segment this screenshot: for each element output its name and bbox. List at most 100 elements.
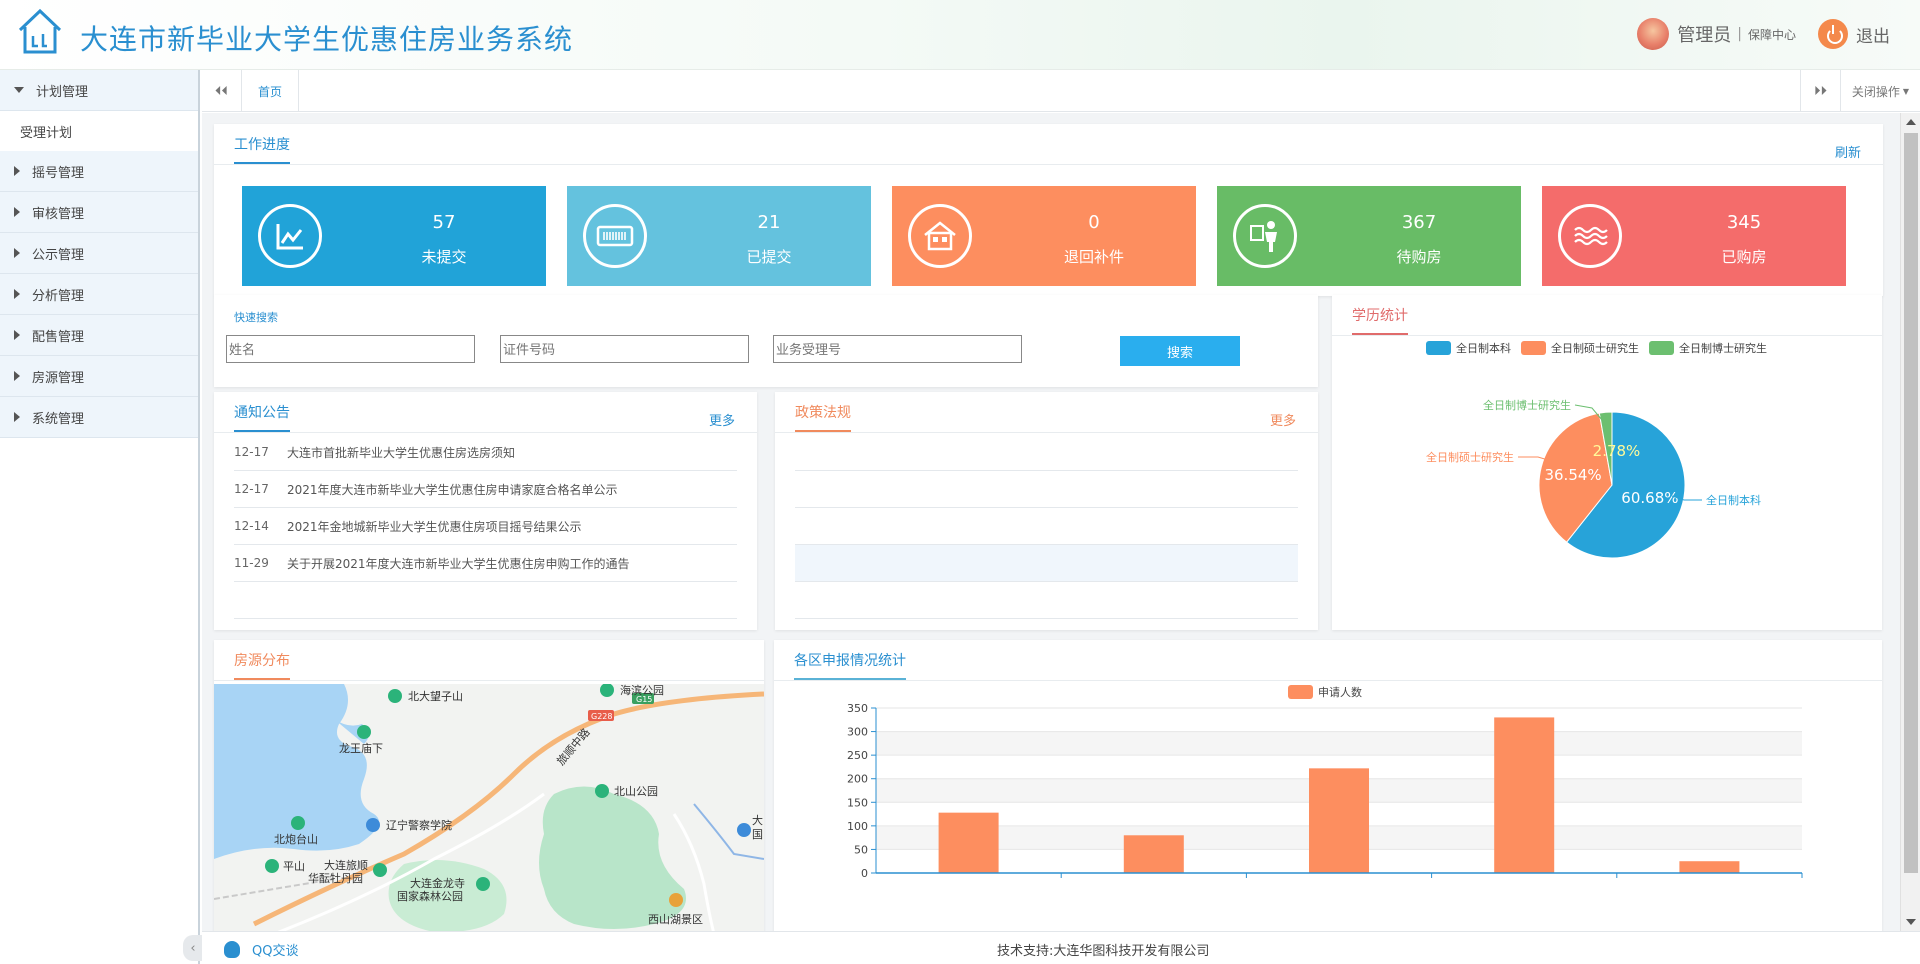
stat-label: 已提交 [746,248,792,266]
sidebar-collapse-button[interactable]: ‹ [183,935,203,961]
sidebar-item-system[interactable]: 系统管理 [0,397,198,438]
caret-right-icon [14,248,20,258]
user-separator: | [1737,26,1742,42]
map-canvas[interactable]: G15 G228 旅顺中路 北大望子山 龙王庙下 海滨公园 北山公园 辽宁警察学… [214,684,764,931]
scroll-up-icon[interactable] [1906,119,1916,125]
tab-bar: ⏴⏴ 首页 ⏵⏵ 关闭操作 ▼ [202,70,1920,112]
close-ops-dropdown[interactable]: 关闭操作 ▼ [1840,70,1920,112]
list-item[interactable]: 11-29 关于开展2021年度大连市新毕业大学生优惠住房申购工作的通告 [234,545,737,582]
news-date: 12-17 [234,445,269,459]
bar[interactable] [1309,768,1369,873]
policy-more-link[interactable]: 更多 [1270,410,1296,429]
map-place-label: 华酝牡丹园 [308,871,363,885]
divider [214,164,1883,165]
sidebar-item-review[interactable]: 审核管理 [0,192,198,233]
news-title[interactable]: 关于开展2021年度大连市新毕业大学生优惠住房申购工作的通告 [287,555,630,572]
scrollbar-thumb[interactable] [1904,133,1918,873]
map-place-label: 北大望子山 [408,689,463,703]
stat-value: 21 [757,212,781,233]
district-bar-chart: 0 50 100 150 200 250 300 350 [847,702,1803,880]
caret-right-icon [14,207,20,217]
vertical-scrollbar[interactable] [1900,113,1920,931]
list-item [795,508,1298,545]
bar[interactable] [1494,717,1555,873]
power-icon[interactable] [1818,19,1848,49]
app-header: 大连市新毕业大学生优惠住房业务系统 管理员 | 保障中心 退出 [0,0,1920,70]
education-panel: 学历统计 全日制本科 全日制硕士研究生 全日制博士研究生 60.68% 36.54… [1332,295,1882,630]
search-title: 快速搜索 [234,311,278,324]
policy-panel: 政策法规 更多 [775,392,1318,630]
sidebar-item-housing[interactable]: 房源管理 [0,356,198,397]
sidebar-item-label: 计划管理 [36,84,89,100]
news-date: 11-29 [234,556,269,570]
list-item[interactable]: 12-17 2021年度大连市新毕业大学生优惠住房申请家庭合格名单公示 [234,471,737,508]
logout-button[interactable]: 退出 [1856,22,1890,47]
sidebar-subitem-accept-plan[interactable]: 受理计划 [0,111,198,151]
tab-scroll-left-button[interactable]: ⏴⏴ [202,70,242,112]
map-place-label: 西山湖景区 [648,913,703,926]
user-name[interactable]: 管理员 [1677,21,1731,47]
sidebar-item-label: 房源管理 [32,370,85,386]
refresh-button[interactable]: 刷新 [1835,142,1861,161]
name-input[interactable] [226,335,475,363]
bar[interactable] [1679,861,1740,873]
caret-right-icon [14,289,20,299]
y-tick-label: 350 [847,702,868,715]
bar[interactable] [1123,835,1184,873]
news-date: 12-14 [234,519,269,533]
home-logo-icon [18,8,62,54]
sidebar-item-publicity[interactable]: 公示管理 [0,233,198,274]
sidebar-item-plan[interactable]: 计划管理 [0,70,198,111]
sidebar-item-label: 系统管理 [32,411,85,427]
stat-card-purchased[interactable]: 345 已购房 [1542,186,1846,286]
notice-panel: 通知公告 更多 12-17 大连市首批新毕业大学生优惠住房选房须知 12-17 … [214,392,757,630]
progress-panel: 工作进度 刷新 57 未提交 21 已提交 0 退回补件 367 待购房 345… [214,124,1883,296]
stat-card-pending-purchase[interactable]: 367 待购房 [1217,186,1521,286]
sidebar-item-allocation[interactable]: 配售管理 [0,315,198,356]
main-content: 工作进度 刷新 57 未提交 21 已提交 0 退回补件 367 待购房 345… [202,113,1900,931]
business-number-input[interactable] [773,335,1022,363]
housing-map[interactable]: G15 G228 旅顺中路 北大望子山 龙王庙下 海滨公园 北山公园 辽宁警察学… [214,684,764,931]
barcode-icon [583,204,647,268]
list-item[interactable]: 12-14 2021年金地城新毕业大学生优惠住房项目摇号结果公示 [234,508,737,545]
news-title[interactable]: 2021年金地城新毕业大学生优惠住房项目摇号结果公示 [287,518,582,535]
stat-value: 57 [432,212,456,233]
legend-item[interactable]: 申请人数 [1288,684,1362,700]
y-tick-label: 0 [861,867,868,880]
scroll-down-icon[interactable] [1906,919,1916,925]
divider [214,432,757,433]
user-area: 管理员 | 保障中心 退出 [1637,18,1890,50]
id-number-input[interactable] [500,335,749,363]
caret-right-icon [14,412,20,422]
tab-home[interactable]: 首页 [242,70,300,112]
sidebar-item-lottery[interactable]: 摇号管理 [0,151,198,192]
qq-chat-link[interactable]: QQ交谈 [224,940,298,959]
stat-card-submitted[interactable]: 21 已提交 [567,186,871,286]
grid-band [876,731,1802,756]
sidebar-item-analysis[interactable]: 分析管理 [0,274,198,315]
list-item[interactable]: 12-17 大连市首批新毕业大学生优惠住房选房须知 [234,434,737,471]
y-tick-label: 200 [847,773,868,786]
search-button[interactable]: 搜索 [1120,336,1240,366]
news-title[interactable]: 2021年度大连市新毕业大学生优惠住房申请家庭合格名单公示 [287,481,618,498]
pie-slice-label: 2.78% [1593,442,1641,460]
caret-right-icon [14,166,20,176]
stat-card-unsubmitted[interactable]: 57 未提交 [242,186,546,286]
qq-label: QQ交谈 [252,944,299,959]
stat-label: 待购房 [1396,248,1442,266]
notice-more-link[interactable]: 更多 [709,410,735,429]
map-place-label: 国家森林公园 [397,889,463,903]
stat-card-returned[interactable]: 0 退回补件 [892,186,1196,286]
policy-title: 政策法规 [795,402,851,432]
caret-right-icon [14,330,20,340]
news-title[interactable]: 大连市首批新毕业大学生优惠住房选房须知 [287,444,515,461]
stat-value: 367 [1401,212,1437,233]
tab-scroll-right-button[interactable]: ⏵⏵ [1800,70,1840,112]
avatar[interactable] [1637,18,1670,50]
pie-slice-label: 36.54% [1544,466,1601,484]
bar-legend: 申请人数 [1288,684,1372,700]
house-icon [908,204,972,268]
bar[interactable] [938,812,999,873]
list-item [795,471,1298,508]
center-link[interactable]: 保障中心 [1748,26,1796,43]
